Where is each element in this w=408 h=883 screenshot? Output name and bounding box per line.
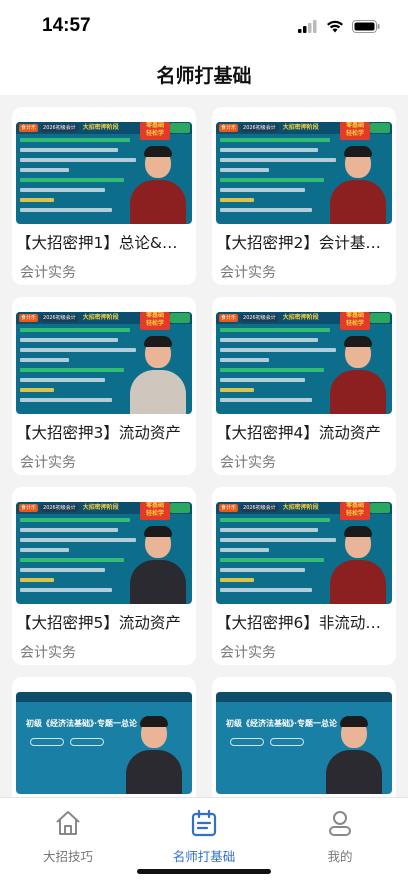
promo-badge: 零基础 轻松学 bbox=[340, 312, 370, 330]
brand-tag: 食计乐 bbox=[219, 504, 239, 512]
course-subject: 会计实务 bbox=[220, 455, 276, 471]
course-title: 【大招密押2】会计基础知识 bbox=[216, 234, 392, 252]
tab-dazhao-jiqiao[interactable]: 大招技巧 bbox=[23, 808, 113, 865]
course-card[interactable]: 食计乐2026初级会计大招密押阶段 零基础轻松学【大招密押1】总论&会计基础会计实… bbox=[12, 107, 196, 285]
presenter bbox=[130, 146, 186, 224]
calendar-icon bbox=[191, 809, 217, 837]
nav-bar: 名师打基础 bbox=[0, 54, 408, 94]
status-bar: 14:57 bbox=[0, 0, 408, 54]
home-indicator bbox=[137, 869, 271, 874]
status-time: 14:57 bbox=[42, 15, 91, 36]
course-card[interactable]: 初级《经济法基础》·专题一总论 bbox=[212, 677, 396, 797]
course-subject: 会计实务 bbox=[220, 265, 276, 281]
course-subject: 会计实务 bbox=[20, 265, 76, 281]
presenter bbox=[330, 526, 386, 604]
series-tag: 大招密押阶段 bbox=[82, 314, 119, 321]
course-card[interactable]: 食计乐 2026初级会计 大招密押阶段 零基础 轻松学【大招密押4】流动资产会计实务 bbox=[212, 297, 396, 475]
status-icons bbox=[298, 18, 380, 34]
series-tag: 大招密押阶段 bbox=[82, 124, 119, 131]
wifi-icon bbox=[327, 20, 343, 32]
course-title: 【大招密押3】流动资产 bbox=[16, 424, 181, 442]
thumbnail-title: 初级《经济法基础》·专题一总论 bbox=[26, 719, 138, 728]
promo-badge: 零基础 轻松学 bbox=[340, 502, 370, 520]
course-tag: 2026初级会计 bbox=[41, 314, 78, 322]
tab-label: 大招技巧 bbox=[42, 849, 93, 864]
course-card[interactable]: 食计乐 2026初级会计 大招密押阶段 零基础 轻松学【大招密押3】流动资产会计实务 bbox=[12, 297, 196, 475]
course-thumbnail: 食计乐 2026初级会计 大招密押阶段 零基础 轻松学 bbox=[16, 502, 192, 604]
promo-badge: 零基础 轻松学 bbox=[140, 502, 170, 520]
signal-icon bbox=[298, 19, 317, 33]
course-card[interactable]: 食计乐 2026初级会计 大招密押阶段 零基础 轻松学【大招密押5】流动资产会计实务 bbox=[12, 487, 196, 665]
course-list[interactable]: 食计乐2026初级会计大招密押阶段零基础轻松学【大招密押1】总论&会计基础会计实… bbox=[0, 95, 408, 797]
series-tag: 大招密押阶段 bbox=[282, 504, 319, 511]
tab-label: 我的 bbox=[327, 849, 353, 864]
series-tag: 大招密押阶段 bbox=[282, 314, 319, 321]
course-tag: 2026初级会计 bbox=[41, 124, 78, 132]
tab-label: 名师打基础 bbox=[172, 849, 236, 864]
course-tag: 2026初级会计 bbox=[241, 124, 278, 132]
course-subject: 会计实务 bbox=[220, 645, 276, 661]
brand-tag: 食计乐 bbox=[219, 314, 239, 322]
tab-wode[interactable]: 我的 bbox=[295, 808, 385, 865]
course-thumbnail: 食计乐 2026初级会计 大招密押阶段 零基础 轻松学 bbox=[16, 312, 192, 414]
course-thumbnail: 初级《经济法基础》·专题一总论 bbox=[216, 692, 392, 794]
promo-badge: 零基础 轻松学 bbox=[140, 122, 170, 140]
presenter bbox=[130, 526, 186, 604]
course-title: 【大招密押6】非流动资产 bbox=[216, 614, 392, 632]
brand-tag: 食计乐 bbox=[219, 124, 239, 132]
battery-icon bbox=[352, 19, 380, 33]
brand-tag: 食计乐 bbox=[19, 124, 39, 132]
series-tag: 大招密押阶段 bbox=[82, 504, 119, 511]
promo-badge: 零基础 轻松学 bbox=[140, 312, 170, 330]
brand-tag: 食计乐 bbox=[19, 504, 39, 512]
course-title: 【大招密押5】流动资产 bbox=[16, 614, 181, 632]
page-title: 名师打基础 bbox=[156, 64, 252, 87]
course-tag: 2026初级会计 bbox=[241, 504, 278, 512]
course-subject: 会计实务 bbox=[20, 645, 76, 661]
course-title: 【大招密押1】总论&会计基础 bbox=[16, 234, 192, 252]
course-thumbnail: 食计乐 2026初级会计 大招密押阶段 零基础 轻松学 bbox=[216, 122, 392, 224]
thumbnail-title: 初级《经济法基础》·专题一总论 bbox=[226, 719, 338, 728]
tab-mingshi-dajichu[interactable]: 名师打基础 bbox=[159, 808, 249, 865]
presenter bbox=[330, 146, 386, 224]
home-icon bbox=[56, 811, 80, 835]
brand-tag: 食计乐 bbox=[19, 314, 39, 322]
presenter bbox=[130, 336, 186, 414]
course-card[interactable]: 食计乐2026初级会计大招密押阶段 零基础轻松学【大招密押2】会计基础知识会计实务 bbox=[212, 107, 396, 285]
promo-badge: 零基础 轻松学 bbox=[340, 122, 370, 140]
course-card[interactable]: 初级《经济法基础》·专题一总论 bbox=[12, 677, 196, 797]
course-thumbnail: 食计乐 2026初级会计 大招密押阶段 零基础 轻松学 bbox=[216, 502, 392, 604]
course-tag: 2026初级会计 bbox=[41, 504, 78, 512]
course-thumbnail: 食计乐 2026初级会计 大招密押阶段 零基础 轻松学 bbox=[16, 122, 192, 224]
user-icon bbox=[329, 811, 351, 836]
course-tag: 2026初级会计 bbox=[241, 314, 278, 322]
series-tag: 大招密押阶段 bbox=[282, 124, 319, 131]
course-thumbnail: 初级《经济法基础》·专题一总论 bbox=[16, 692, 192, 794]
course-thumbnail: 食计乐 2026初级会计 大招密押阶段 零基础 轻松学 bbox=[216, 312, 392, 414]
presenter bbox=[330, 336, 386, 414]
course-card[interactable]: 食计乐 2026初级会计 大招密押阶段 零基础 轻松学【大招密押6】非流动资产会计实务 bbox=[212, 487, 396, 665]
course-subject: 会计实务 bbox=[20, 455, 76, 471]
course-title: 【大招密押4】流动资产 bbox=[216, 424, 381, 442]
